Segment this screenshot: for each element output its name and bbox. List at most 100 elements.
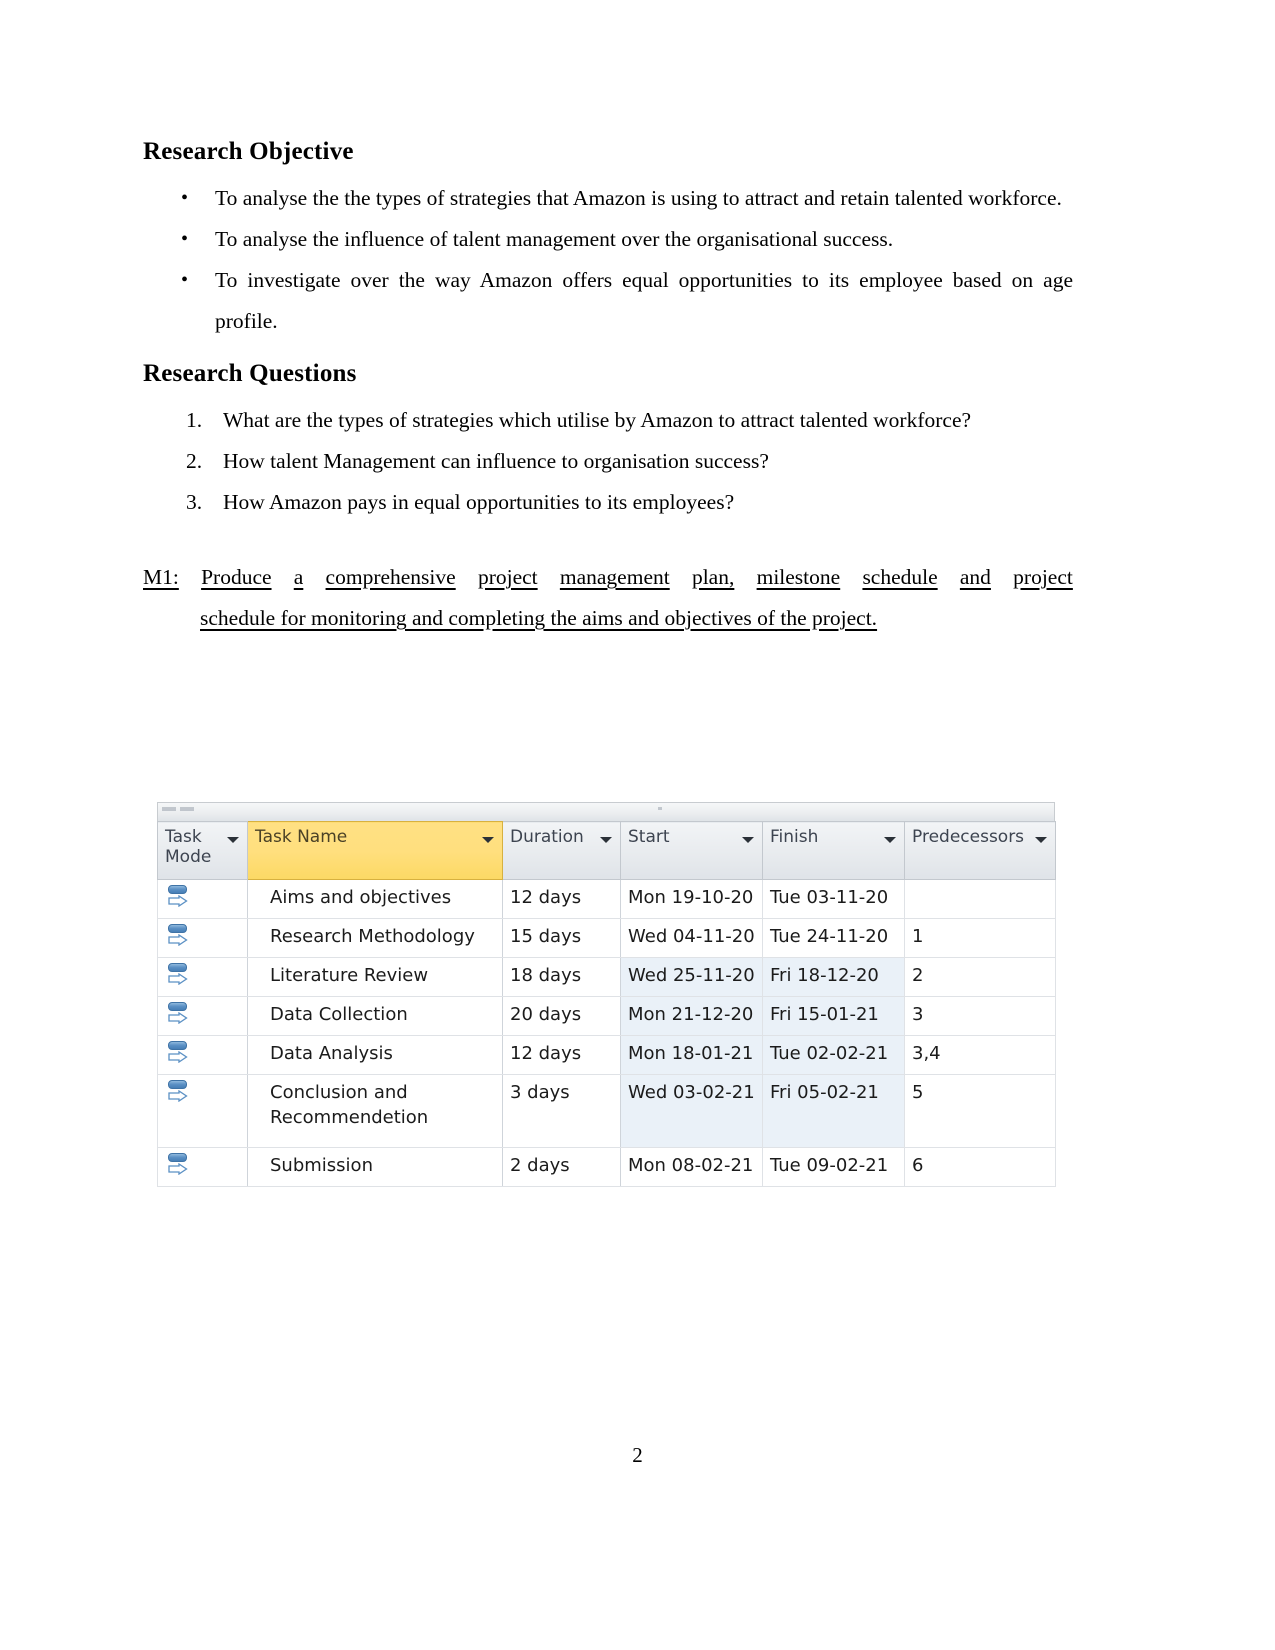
document-body: Research Objective • To analyse the the … [143,138,1073,639]
cell-task-name[interactable]: Submission [247,1147,503,1187]
cell-finish[interactable]: Tue 09-02-21 [762,1147,905,1187]
table-body: Aims and objectives 12 days Mon 19-10-20 Tu… [157,879,1056,1187]
cell-predecessors[interactable]: 3,4 [904,1035,1056,1075]
cell-task-mode[interactable] [157,1147,248,1187]
cell-task-name[interactable]: Data Collection [247,996,503,1036]
list-item-text: How Amazon pays in equal opportunities t… [223,490,735,514]
column-header-task-name[interactable]: Task Name [247,821,503,880]
m1-word: project [477,565,538,589]
page-number: 2 [632,1443,643,1467]
cell-predecessors[interactable] [904,879,1056,919]
cell-finish[interactable]: Tue 24-11-20 [762,918,905,958]
cell-start[interactable]: Mon 21-12-20 [620,996,763,1036]
chevron-down-icon[interactable] [482,837,494,843]
cell-task-name[interactable]: Conclusion and Recommendetion [247,1074,503,1148]
column-header-label: Start [628,827,670,847]
page-title-research-objective: Research Objective [143,138,354,165]
cell-duration[interactable]: 12 days [502,1035,621,1075]
document-page: Research Objective • To analyse the the … [0,0,1275,1650]
arrow-right-shape [168,1012,188,1024]
cell-finish[interactable]: Tue 02-02-21 [762,1035,905,1075]
table-row[interactable]: Data Analysis 12 days Mon 18-01-21 Tue 02-0… [157,1035,1056,1075]
list-item: • To analyse the the types of strategies… [143,178,1073,219]
cell-predecessors[interactable]: 2 [904,957,1056,997]
table-row[interactable]: Aims and objectives 12 days Mon 19-10-20 Tu… [157,879,1056,919]
m1-word: project [1013,565,1073,589]
cell-start[interactable]: Wed 03-02-21 [620,1074,763,1148]
cell-start[interactable]: Wed 04-11-20 [620,918,763,958]
bullet-icon: • [181,228,189,250]
arrow-right-shape [168,973,188,985]
list-item-text: How talent Management can influence to o… [223,449,769,473]
m1-line-2: schedule for monitoring and completing t… [200,606,878,630]
cell-predecessors[interactable]: 6 [904,1147,1056,1187]
arrow-right-shape [168,895,188,907]
cell-duration[interactable]: 12 days [502,879,621,919]
project-task-table: Task Mode Task Name Duration Start Finis… [157,821,1056,1187]
cell-predecessors[interactable]: 5 [904,1074,1056,1148]
auto-scheduled-icon [166,1000,192,1026]
cell-predecessors[interactable]: 1 [904,918,1056,958]
cell-task-mode[interactable] [157,1035,248,1075]
column-header-label: Task Name [255,827,348,847]
table-row[interactable]: Conclusion and Recommendetion 3 days Wed 0… [157,1074,1056,1148]
chevron-down-icon[interactable] [227,837,239,843]
table-row[interactable]: Data Collection 20 days Mon 21-12-20 Fri 15… [157,996,1056,1036]
auto-scheduled-icon [166,883,192,909]
cell-finish[interactable]: Fri 05-02-21 [762,1074,905,1148]
cell-start[interactable]: Mon 18-01-21 [620,1035,763,1075]
page-title-research-questions: Research Questions [143,360,357,387]
cell-start[interactable]: Mon 08-02-21 [620,1147,763,1187]
cell-predecessors[interactable]: 3 [904,996,1056,1036]
column-header-label: Mode [165,847,212,867]
project-timescale-strip [157,802,1055,821]
column-header-finish[interactable]: Finish [762,821,905,880]
task-bar-shape [168,1041,187,1050]
bullet-icon: • [181,269,189,291]
cell-task-name[interactable]: Aims and objectives [247,879,503,919]
cell-start[interactable]: Mon 19-10-20 [620,879,763,919]
timescale-tick [658,807,662,810]
chevron-down-icon[interactable] [884,837,896,843]
auto-scheduled-icon [166,1151,192,1177]
chevron-down-icon[interactable] [742,837,754,843]
m1-line-1: M1: Produce a comprehensive project managemen… [143,557,1073,598]
cell-duration[interactable]: 3 days [502,1074,621,1148]
column-header-duration[interactable]: Duration [502,821,621,880]
list-item-text: To analyse the the types of strategies t… [215,186,1062,210]
cell-finish[interactable]: Fri 15-01-21 [762,996,905,1036]
table-row[interactable]: Literature Review 18 days Wed 25-11-20 Fri … [157,957,1056,997]
cell-task-mode[interactable] [157,918,248,958]
chevron-down-icon[interactable] [600,837,612,843]
column-header-task-mode[interactable]: Task Mode [157,821,248,880]
table-row[interactable]: Submission 2 days Mon 08-02-21 Tue 09-02-21… [157,1147,1056,1187]
column-header-predecessors[interactable]: Predecessors [904,821,1056,880]
cell-duration[interactable]: 18 days [502,957,621,997]
cell-finish[interactable]: Fri 18-12-20 [762,957,905,997]
auto-scheduled-icon [166,922,192,948]
cell-duration[interactable]: 20 days [502,996,621,1036]
cell-duration[interactable]: 2 days [502,1147,621,1187]
task-bar-shape [168,963,187,972]
cell-task-mode[interactable] [157,996,248,1036]
cell-finish[interactable]: Tue 03-11-20 [762,879,905,919]
m1-word: management [559,565,670,589]
cell-task-name[interactable]: Research Methodology [247,918,503,958]
cell-task-mode[interactable] [157,957,248,997]
research-questions-list: 1. What are the types of strategies whic… [143,400,1073,523]
table-row[interactable]: Research Methodology 15 days Wed 04-11-20 T… [157,918,1056,958]
list-item: • To analyse the influence of talent man… [143,219,1073,260]
chevron-down-icon[interactable] [1035,837,1047,843]
cell-start[interactable]: Wed 25-11-20 [620,957,763,997]
column-header-start[interactable]: Start [620,821,763,880]
list-item: 2. How talent Management can influence t… [143,441,1073,482]
cell-task-name[interactable]: Data Analysis [247,1035,503,1075]
table-header-row: Task Mode Task Name Duration Start Finis… [157,821,1056,880]
cell-duration[interactable]: 15 days [502,918,621,958]
m1-word: a [293,565,304,589]
cell-task-mode[interactable] [157,879,248,919]
cell-task-name[interactable]: Literature Review [247,957,503,997]
m1-criterion-paragraph: M1: Produce a comprehensive project managemen… [143,557,1073,639]
arrow-right-shape [168,934,188,946]
cell-task-mode[interactable] [157,1074,248,1148]
